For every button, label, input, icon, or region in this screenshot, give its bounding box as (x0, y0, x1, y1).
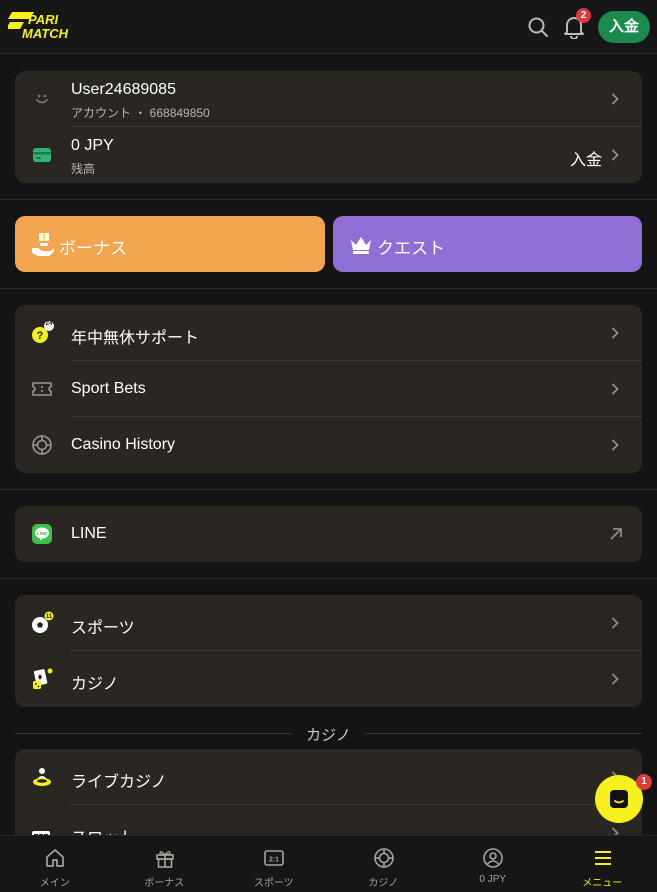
bonus-label: ボーナス (59, 239, 127, 258)
casino-row[interactable]: カジノ (15, 651, 642, 707)
chevron-right-icon (611, 383, 619, 395)
smiley-icon (36, 94, 48, 104)
nav-menu[interactable]: メニュー (548, 836, 657, 892)
nav-bonus[interactable]: ボーナス (110, 836, 220, 892)
account-id: アカウント ・ 668849850 (71, 106, 210, 120)
casino-card: ライブカジノ スロット (15, 749, 642, 835)
nav-balance[interactable]: 0 JPY (438, 836, 548, 892)
gift-hand-icon (32, 233, 54, 256)
balance-amount: 0 JPY (71, 137, 114, 154)
bonus-button[interactable]: ボーナス (15, 216, 325, 272)
account-card: User24689085 アカウント ・ 668849850 0 JPY 残高 … (15, 71, 642, 183)
chevron-right-icon (611, 617, 619, 629)
svg-text:PARI: PARI (28, 12, 58, 27)
svg-text:?: ? (37, 330, 44, 342)
gift-icon (155, 851, 174, 868)
live-casino-row[interactable]: ライブカジノ (15, 749, 642, 805)
scoreboard-icon: 2:1 (264, 850, 284, 866)
nav-casino-label: カジノ (368, 878, 399, 889)
crown-icon (351, 237, 371, 254)
home-icon (46, 849, 64, 867)
chevron-right-icon (611, 327, 619, 339)
support-label: 年中無休サポート (71, 330, 200, 347)
section-divider (0, 578, 657, 579)
nav-sports[interactable]: 2:1 スポーツ (219, 836, 329, 892)
support-24-badge: 24 (45, 321, 53, 327)
slots-label: スロット (71, 824, 135, 835)
casino-history-row[interactable]: Casino History (15, 417, 642, 473)
line-app-icon: LINE (32, 524, 52, 544)
top-header: PARI MATCH 2 入金 (0, 0, 657, 54)
chevron-right-icon (611, 827, 619, 835)
section-divider (0, 489, 657, 490)
sport-bets-row[interactable]: Sport Bets (15, 361, 642, 417)
username: User24689085 (71, 81, 176, 98)
balance-row[interactable]: 0 JPY 残高 入金 (15, 127, 642, 183)
user-circle-icon (483, 848, 503, 868)
chat-icon (610, 790, 628, 808)
casino-label: カジノ (71, 676, 119, 693)
deposit-link[interactable]: 入金 (570, 146, 602, 170)
chat-badge: 1 (636, 774, 652, 790)
nav-main[interactable]: メイン (0, 836, 110, 892)
nav-menu-label: メニュー (582, 878, 623, 889)
hamburger-menu-icon (594, 851, 611, 865)
casino-chip-icon (373, 848, 394, 868)
section-line (365, 733, 642, 734)
quest-button[interactable]: クエスト (333, 216, 642, 272)
section-divider (0, 288, 657, 289)
quest-label: クエスト (377, 239, 445, 258)
casino-history-label: Casino History (71, 436, 176, 453)
sport-bets-label: Sport Bets (71, 380, 146, 397)
support-row[interactable]: ? 24 年中無休サポート (15, 305, 642, 361)
nav-bonus-label: ボーナス (144, 878, 185, 889)
svg-text:LINE: LINE (37, 531, 47, 536)
cards-dice-icon (33, 668, 53, 689)
svg-text:11: 11 (46, 614, 53, 620)
casino-section-title: カジノ (306, 727, 351, 744)
svg-text:MATCH: MATCH (22, 26, 69, 41)
balance-label: 残高 (71, 162, 96, 176)
wallet-icon (33, 148, 51, 162)
sports-row[interactable]: 11 スポーツ (15, 595, 642, 651)
chevron-right-icon (611, 439, 619, 451)
support-card: ? 24 年中無休サポート Sport Bets Casino History (15, 305, 642, 473)
line-card: LINE LINE (15, 506, 642, 562)
live-dealer-icon (33, 768, 51, 786)
slot-machine-icon (32, 831, 50, 835)
section-divider (0, 199, 657, 200)
chip-icon (32, 435, 52, 455)
parimatch-logo[interactable]: PARI MATCH (8, 11, 100, 41)
sports-label: スポーツ (71, 620, 135, 637)
bottom-navigation: メイン ボーナス 2:1 スポーツ カジノ 0 JPY メニュー (0, 835, 657, 892)
live-casino-label: ライブカジノ (71, 774, 167, 791)
notification-badge: 2 (576, 8, 591, 23)
casino-section-header: カジノ (0, 722, 657, 744)
nav-sports-label: スポーツ (253, 878, 294, 889)
chevron-right-icon (611, 93, 619, 105)
nav-main-label: メイン (39, 878, 70, 889)
products-card: 11 スポーツ カジノ (15, 595, 642, 707)
nav-balance-label: 0 JPY (479, 874, 507, 885)
slots-row[interactable]: スロット (15, 805, 642, 835)
search-icon[interactable] (527, 16, 549, 38)
external-link-icon (610, 528, 622, 540)
svg-text:2:1: 2:1 (269, 857, 279, 864)
ticket-icon (32, 382, 52, 396)
chevron-right-icon (611, 673, 619, 685)
line-label: LINE (71, 525, 107, 542)
soccer-ball-icon: 11 (32, 611, 54, 633)
deposit-button[interactable]: 入金 (598, 11, 650, 43)
chevron-right-icon (611, 149, 619, 161)
line-row[interactable]: LINE LINE (15, 506, 642, 562)
account-row[interactable]: User24689085 アカウント ・ 668849850 (15, 71, 642, 127)
nav-casino[interactable]: カジノ (329, 836, 439, 892)
